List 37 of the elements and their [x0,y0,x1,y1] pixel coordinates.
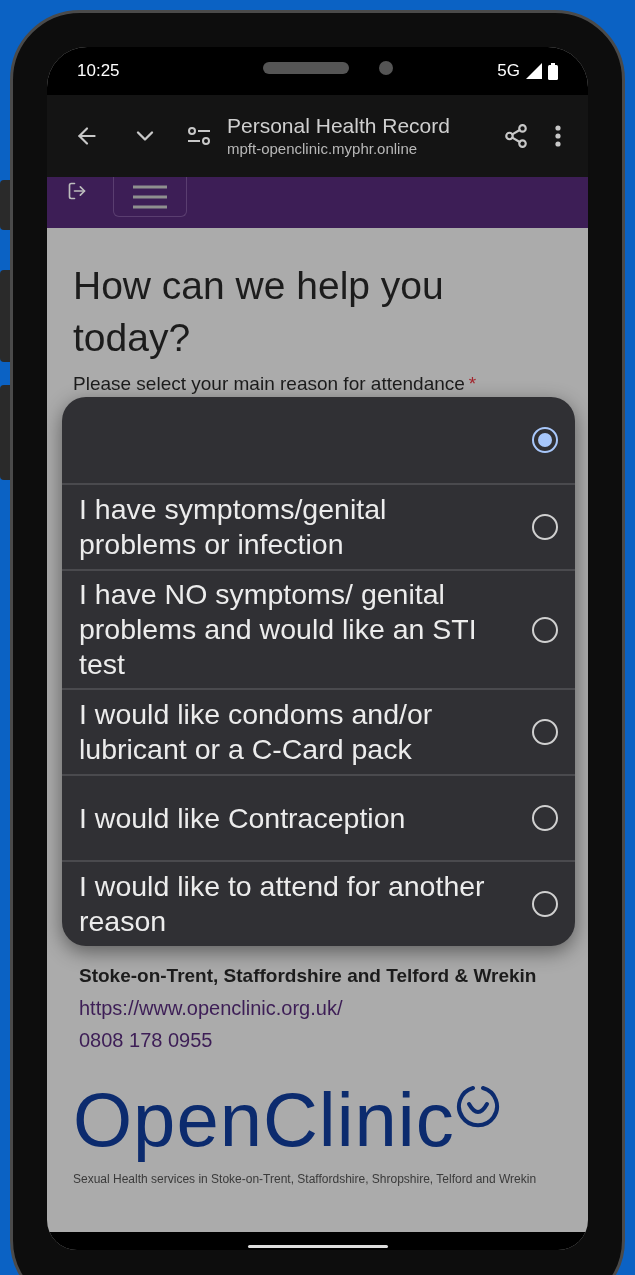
option-row[interactable]: I would like to attend for another reason [62,860,575,946]
page-title: Personal Health Record [227,113,451,139]
radio-button[interactable] [532,891,558,917]
option-row[interactable]: I have symptoms/genital problems or infection [62,483,575,569]
status-time: 10:25 [77,60,120,83]
more-icon [555,125,561,147]
option-label: I would like condoms and/or lubricant or a C-Card pack [79,697,434,767]
tagline-text: Sexual Health services in Stoke-on-Trent, Staffordshire, Shropshire, Telford and Wrekin [73,1171,538,1188]
signal-icon [526,63,542,79]
radio-button[interactable] [532,616,558,643]
website-link[interactable]: https://www.openclinic.org.uk/ [73,992,562,1024]
menu-icon [133,183,167,210]
logout-icon[interactable] [67,181,87,201]
radio-button[interactable] [532,805,558,831]
network-label: 5G [497,60,520,83]
field-label: Please select your main reason for attendance [73,372,465,396]
option-label: I would like Contraception [79,800,406,836]
radio-button[interactable] [532,719,558,745]
radio-button[interactable] [532,514,558,540]
url-text: mpft-openclinic.myphr.online [227,139,419,159]
radio-button[interactable] [532,427,558,453]
region-text: Stoke-on-Trent, Staffordshire and Telford & Wrekin [78,964,538,988]
required-mark: * [468,372,477,396]
option-row[interactable]: I would like Contraception [62,774,575,860]
battery-icon [548,62,558,80]
option-label: I have symptoms/genital problems or infection [79,492,388,562]
option-row[interactable]: I have NO symptoms/ genital problems and would like an STI test [62,569,575,688]
settings-icon [187,125,211,147]
option-label: I would like to attend for another reason [79,869,486,939]
phone-link[interactable]: 0808 178 0955 [73,1024,562,1056]
option-row[interactable]: I would like condoms and/or lubricant or a C-Card pack [62,688,575,774]
option-label: I have NO symptoms/ genital problems and would like an STI test [79,577,478,682]
logo-text: OpenClinic [73,1078,455,1162]
menu-button[interactable] [113,177,187,217]
share-icon [503,123,529,149]
page-heading: How can we help you today? [73,263,445,361]
smiley-logo-icon [454,1084,501,1130]
